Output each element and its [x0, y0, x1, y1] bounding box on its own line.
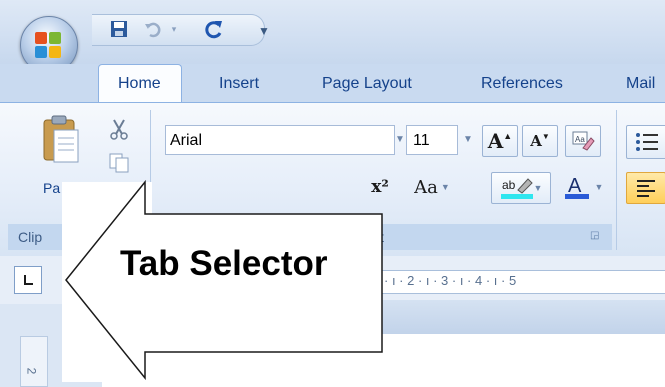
- callout-label: Tab Selector: [120, 244, 328, 283]
- callout-arrow: [62, 179, 383, 382]
